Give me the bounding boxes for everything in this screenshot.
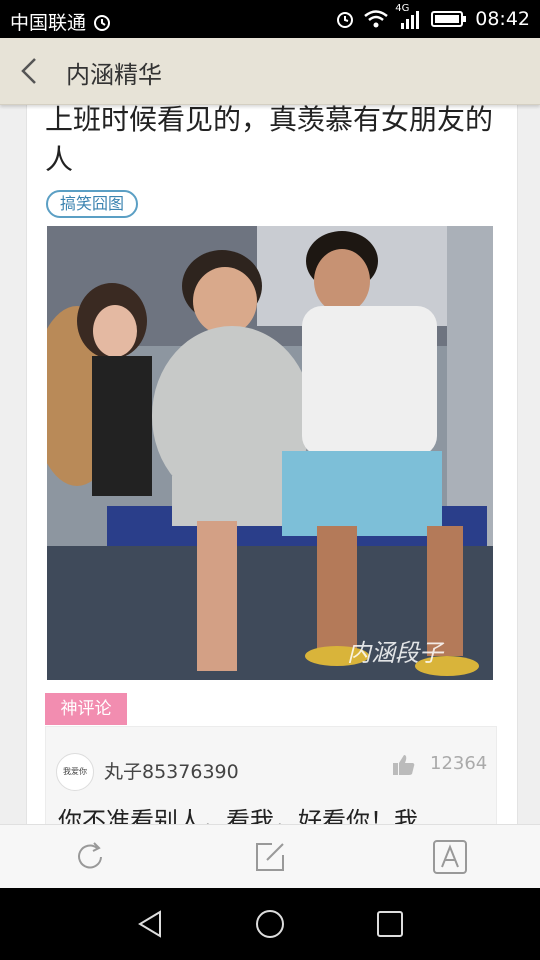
alarm-icon <box>94 14 111 31</box>
comment-username[interactable]: 丸子85376390 <box>104 757 239 784</box>
bottom-toolbar <box>0 824 540 889</box>
home-circle-icon[interactable] <box>254 908 286 940</box>
post-title: 上班时候看见的，真羡慕有女朋友的人 <box>45 104 494 176</box>
hot-comments-label: 神评论 <box>45 693 127 725</box>
app-header: 内涵精华 <box>0 38 540 105</box>
carrier-name: 中国联通 <box>10 12 87 34</box>
thumbs-up-icon[interactable] <box>392 753 416 777</box>
image-watermark: 内涵段子 <box>347 639 445 667</box>
like-count: 12364 <box>430 753 488 774</box>
font-size-icon[interactable] <box>432 839 468 875</box>
post-card: 上班时候看见的，真羡慕有女朋友的人 搞笑囧图 内涵段子 神评论 我爱你 丸子85… <box>26 104 518 824</box>
system-nav-bar <box>0 888 540 960</box>
comment-item[interactable]: 我爱你 丸子85376390 12364 你不准看别人，看我，好看你！我 <box>45 726 497 824</box>
post-image[interactable]: 内涵段子 <box>47 226 493 680</box>
chevron-left-icon[interactable] <box>14 55 46 87</box>
battery-icon <box>431 11 467 27</box>
refresh-icon[interactable] <box>72 839 108 875</box>
clock: 08:42 <box>475 8 530 30</box>
status-bar: 中国联通 4G 08:42 <box>0 0 540 38</box>
recent-apps-icon[interactable] <box>374 908 406 940</box>
back-triangle-icon[interactable] <box>134 908 166 940</box>
share-icon[interactable] <box>252 839 288 875</box>
page-title: 内涵精华 <box>66 61 162 89</box>
wifi-icon <box>364 10 389 28</box>
category-tag[interactable]: 搞笑囧图 <box>46 190 139 218</box>
avatar[interactable]: 我爱你 <box>56 753 94 791</box>
signal-icon <box>401 11 420 29</box>
alarm-clock-icon <box>337 12 354 28</box>
comment-text: 你不准看别人，看我，好看你！我 <box>58 807 418 824</box>
content-area[interactable]: 上班时候看见的，真羡慕有女朋友的人 搞笑囧图 内涵段子 神评论 我爱你 丸子85… <box>0 104 540 824</box>
